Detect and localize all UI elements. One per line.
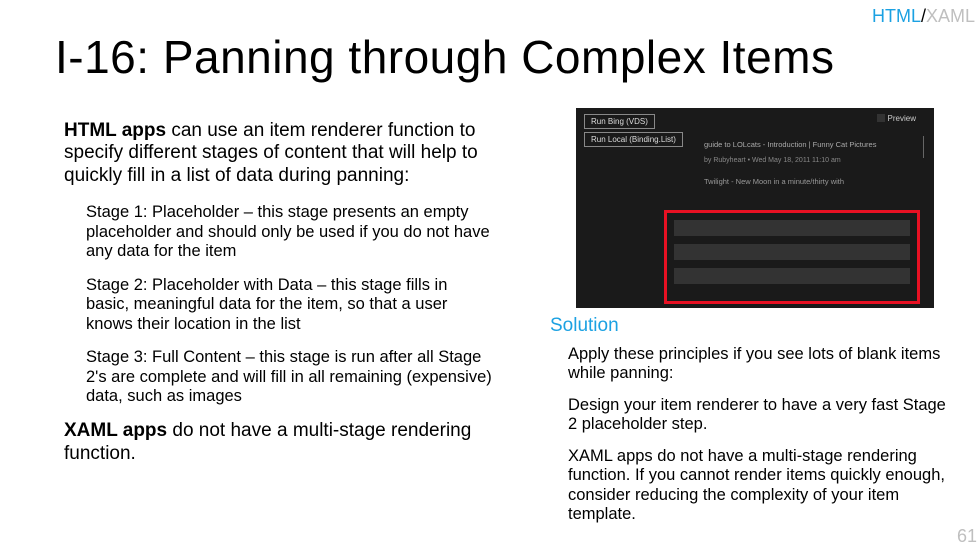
screenshot-mock: Run Bing (VDS) Run Local (Binding.List) … [576, 108, 934, 308]
xaml-note: XAML apps do not have a multi-stage rend… [64, 420, 494, 465]
slide-number: 61 [957, 526, 977, 547]
shot-divider [923, 136, 924, 158]
tag-html: HTML [872, 6, 921, 26]
solution-heading: Solution [550, 315, 950, 337]
shot-byline: by Rubyheart • Wed May 18, 2011 11:10 am [704, 156, 894, 165]
domain-tag: HTML/XAML [872, 6, 975, 27]
tag-xaml: XAML [926, 6, 975, 26]
shot-headline: guide to LOLcats - Introduction | Funny … [704, 140, 894, 150]
stage-2: Stage 2: Placeholder with Data – this st… [86, 276, 494, 334]
shot-button-run-bing: Run Bing (VDS) [584, 114, 655, 129]
right-column: Solution Apply these principles if you s… [550, 315, 950, 537]
solution-item-1: Apply these principles if you see lots o… [568, 345, 950, 384]
shot-sub: Twilight - New Moon in a minute/thirty w… [704, 177, 894, 187]
slide-title: I-16: Panning through Complex Items [55, 30, 834, 84]
highlight-box [664, 210, 920, 304]
intro-paragraph: HTML apps can use an item renderer funct… [64, 120, 494, 187]
left-column: HTML apps can use an item renderer funct… [64, 120, 494, 465]
shot-preview-label: Preview [877, 114, 916, 123]
solution-item-3: XAML apps do not have a multi-stage rend… [568, 447, 950, 525]
xaml-note-bold: XAML apps [64, 420, 167, 441]
intro-bold: HTML apps [64, 120, 166, 141]
shot-text-block: guide to LOLcats - Introduction | Funny … [704, 140, 894, 187]
stage-3: Stage 3: Full Content – this stage is ru… [86, 348, 494, 406]
stage-1: Stage 1: Placeholder – this stage presen… [86, 203, 494, 261]
solution-item-2: Design your item renderer to have a very… [568, 396, 950, 435]
shot-button-run-local: Run Local (Binding.List) [584, 132, 683, 147]
